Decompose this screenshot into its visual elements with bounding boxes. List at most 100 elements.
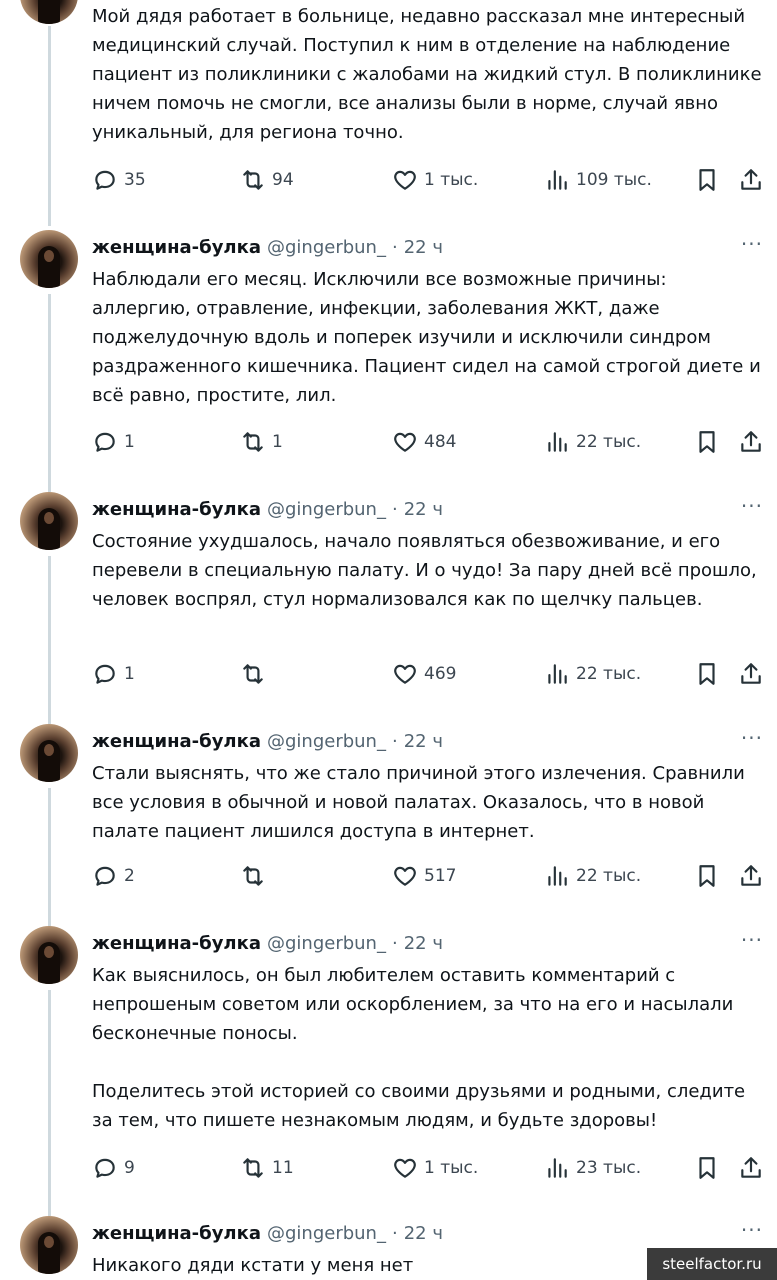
avatar-wrap xyxy=(20,492,78,550)
reply-button[interactable]: 1 xyxy=(92,658,135,690)
tweet-text: Как выяснилось, он был любителем оставит… xyxy=(92,965,746,1131)
like-button[interactable]: 484 xyxy=(392,426,456,458)
reply-icon xyxy=(95,866,115,886)
retweet-count: 1 xyxy=(272,432,283,452)
reply-count: 1 xyxy=(124,432,135,452)
like-count: 469 xyxy=(424,664,457,684)
site-watermark: steelfactor.ru xyxy=(647,1248,777,1280)
like-button[interactable]: 1 тыс. xyxy=(392,1152,478,1184)
tweet-header: женщина-булка @gingerbun_ · 22 ч xyxy=(92,928,765,958)
bookmark-icon xyxy=(699,865,715,887)
more-options-icon[interactable]: ··· xyxy=(741,232,763,256)
retweet-icon xyxy=(243,664,263,684)
timestamp[interactable]: 22 ч xyxy=(404,1223,443,1244)
heart-icon xyxy=(394,1158,416,1178)
tweet-header: женщина-булка @gingerbun_ · 22 ч xyxy=(92,232,765,262)
like-button[interactable]: 469 xyxy=(392,658,456,690)
views-count: 22 тыс. xyxy=(576,664,642,684)
bookmark-button[interactable] xyxy=(694,860,726,892)
share-button[interactable] xyxy=(738,860,770,892)
reply-button[interactable]: 9 xyxy=(92,1152,135,1184)
share-button[interactable] xyxy=(738,426,770,458)
retweet-button[interactable]: 94 xyxy=(240,164,294,196)
heart-icon xyxy=(394,664,416,684)
author-name[interactable]: женщина-булка xyxy=(92,1223,261,1244)
bookmark-button[interactable] xyxy=(694,1152,726,1184)
reply-icon xyxy=(95,664,115,684)
heart-icon xyxy=(394,432,416,452)
share-icon xyxy=(741,663,761,684)
separator-dot: · xyxy=(391,498,398,520)
author-handle[interactable]: @gingerbun_ xyxy=(267,1223,386,1244)
like-button[interactable]: 517 xyxy=(392,860,456,892)
retweet-button[interactable]: 1 xyxy=(240,426,283,458)
author-handle[interactable]: @gingerbun_ xyxy=(267,731,386,752)
retweet-button[interactable] xyxy=(240,860,272,892)
views-button[interactable]: 22 тыс. xyxy=(544,658,641,690)
avatar[interactable] xyxy=(20,0,78,24)
share-button[interactable] xyxy=(738,658,770,690)
retweet-button[interactable] xyxy=(240,658,272,690)
retweet-button[interactable]: 11 xyxy=(240,1152,294,1184)
like-button[interactable]: 1 тыс. xyxy=(392,164,478,196)
author-name[interactable]: женщина-булка xyxy=(92,933,261,954)
reply-count: 2 xyxy=(124,866,135,886)
views-button[interactable]: 22 тыс. xyxy=(544,860,641,892)
like-count: 1 тыс. xyxy=(424,1158,479,1178)
more-options-icon[interactable]: ··· xyxy=(741,928,763,952)
author-handle[interactable]: @gingerbun_ xyxy=(267,237,386,258)
share-icon xyxy=(741,431,761,452)
views-button[interactable]: 22 тыс. xyxy=(544,426,641,458)
bookmark-button[interactable] xyxy=(694,658,726,690)
share-button[interactable] xyxy=(738,1152,770,1184)
bookmark-button[interactable] xyxy=(694,164,726,196)
like-count: 517 xyxy=(424,866,457,886)
reply-count: 35 xyxy=(124,170,146,190)
heart-icon xyxy=(394,170,416,190)
share-icon xyxy=(741,169,761,190)
avatar[interactable] xyxy=(20,492,78,550)
avatar[interactable] xyxy=(20,926,78,984)
bookmark-button[interactable] xyxy=(694,426,726,458)
reply-button[interactable]: 2 xyxy=(92,860,135,892)
retweet-icon xyxy=(243,170,263,190)
avatar-wrap xyxy=(20,1216,78,1274)
separator-dot: · xyxy=(391,236,398,258)
tweet-text: Стали выяснять, что же стало причиной эт… xyxy=(92,763,751,842)
author-name[interactable]: женщина-булка xyxy=(92,499,261,520)
separator-dot: · xyxy=(391,730,398,752)
retweet-icon xyxy=(243,866,263,886)
author-name[interactable]: женщина-булка xyxy=(92,237,261,258)
share-button[interactable] xyxy=(738,164,770,196)
retweet-icon xyxy=(243,1158,263,1178)
timestamp[interactable]: 22 ч xyxy=(404,237,443,258)
timestamp[interactable]: 22 ч xyxy=(404,933,443,954)
separator-dot: · xyxy=(391,932,398,954)
more-options-icon[interactable]: ··· xyxy=(741,494,763,518)
heart-icon xyxy=(394,866,416,886)
views-icon xyxy=(548,866,567,886)
views-button[interactable]: 109 тыс. xyxy=(544,164,652,196)
author-name[interactable]: женщина-булка xyxy=(92,731,261,752)
more-options-icon[interactable]: ··· xyxy=(741,1218,763,1242)
views-icon xyxy=(548,1158,567,1178)
timestamp[interactable]: 22 ч xyxy=(404,499,443,520)
reply-button[interactable]: 1 xyxy=(92,426,135,458)
views-button[interactable]: 23 тыс. xyxy=(544,1152,641,1184)
more-options-icon[interactable]: ··· xyxy=(741,726,763,750)
author-handle[interactable]: @gingerbun_ xyxy=(267,933,386,954)
tweet-actions: 1 1 484 22 тыс. xyxy=(92,426,772,458)
tweet-text: Мой дядя работает в больнице, недавно ра… xyxy=(92,6,768,143)
views-count: 109 тыс. xyxy=(576,170,652,190)
avatar[interactable] xyxy=(20,1216,78,1274)
avatar[interactable] xyxy=(20,724,78,782)
reply-icon xyxy=(95,432,115,452)
timestamp[interactable]: 22 ч xyxy=(404,731,443,752)
tweet-header: женщина-булка @gingerbun_ · 22 ч xyxy=(92,1218,765,1248)
tweet-actions: 2 517 22 тыс. xyxy=(92,860,772,892)
tweet-header: женщина-булка @gingerbun_ · 22 ч xyxy=(92,494,765,524)
reply-button[interactable]: 35 xyxy=(92,164,146,196)
avatar[interactable] xyxy=(20,230,78,288)
author-handle[interactable]: @gingerbun_ xyxy=(267,499,386,520)
reply-count: 1 xyxy=(124,664,135,684)
